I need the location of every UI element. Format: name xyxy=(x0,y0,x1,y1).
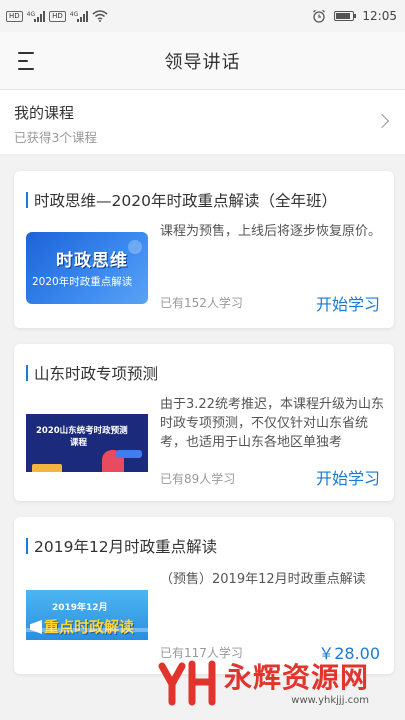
watermark-logo-icon xyxy=(158,660,216,706)
status-right: 12:05 xyxy=(312,9,397,23)
menu-icon[interactable] xyxy=(18,51,40,71)
course-thumbnail[interactable]: 2019年12月 重点时政解读 xyxy=(26,590,148,640)
thumbnail-subtitle: 重点时政解读 xyxy=(44,618,135,636)
course-title: 2019年12月时政重点解读 xyxy=(26,535,217,557)
course-title: 时政思维—2020年时政重点解读（全年班） xyxy=(26,189,337,211)
start-learning-button[interactable]: 开始学习 xyxy=(316,465,380,489)
signal-icon: 4G xyxy=(27,10,46,22)
course-learners: 已有89人学习 xyxy=(160,472,236,486)
course-title: 山东时政专项预测 xyxy=(26,362,158,384)
course-learners: 已有117人学习 xyxy=(160,646,243,660)
thumbnail-subtitle: 课程 xyxy=(70,438,88,448)
wifi-icon xyxy=(92,10,108,22)
page-title: 领导讲话 xyxy=(164,51,241,73)
signal-icon-2: 4G xyxy=(70,10,89,22)
watermark: 永辉资源网 www.yhkjjj.com xyxy=(158,660,369,706)
course-card[interactable]: 2019年12月时政重点解读 2019年12月 重点时政解读 （预售）2019年… xyxy=(14,517,394,674)
thumbnail-title: 2020山东统考时政预测 xyxy=(36,426,128,436)
thumbnail-title: 时政思维 xyxy=(56,251,128,271)
sim1-badge: HD xyxy=(6,10,23,22)
my-courses-row[interactable]: 我的课程 已获得3个课程 xyxy=(0,90,405,154)
status-bar: HD 4G HD 4G 12:05 xyxy=(0,0,405,32)
clock: 12:05 xyxy=(362,9,397,23)
thumbnail-subtitle: 2020年时政重点解读 xyxy=(32,276,133,288)
battery-icon xyxy=(334,11,357,21)
course-card[interactable]: 山东时政专项预测 2020山东统考时政预测 课程 由于3.22统考推迟，本课程升… xyxy=(14,344,394,501)
course-card[interactable]: 时政思维—2020年时政重点解读（全年班） 时政思维 2020年时政重点解读 课… xyxy=(14,171,394,328)
my-courses-title: 我的课程 xyxy=(14,104,75,122)
alarm-icon xyxy=(313,9,326,23)
my-courses-subtitle: 已获得3个课程 xyxy=(14,130,97,145)
course-description: （预售）2019年12月时政重点解读 xyxy=(160,572,366,587)
course-thumbnail[interactable]: 2020山东统考时政预测 课程 xyxy=(26,414,148,472)
nav-bar: 领导讲话 xyxy=(0,32,405,90)
course-thumbnail[interactable]: 时政思维 2020年时政重点解读 xyxy=(26,232,148,304)
watermark-brand: 永辉资源网 xyxy=(224,660,370,694)
course-learners: 已有152人学习 xyxy=(160,296,243,310)
course-description: 课程为预售，上线后将逐步恢复原价。 xyxy=(160,224,382,239)
course-description: 由于3.22统考推迟，本课程升级为山东时政专项预测，不仅仅针对山东省统考，也适用… xyxy=(160,397,384,450)
sim2-badge: HD xyxy=(49,10,66,22)
start-learning-button[interactable]: 开始学习 xyxy=(316,291,380,315)
watermark-url: www.yhkjjj.com xyxy=(291,694,370,706)
status-left: HD 4G HD 4G xyxy=(6,10,108,22)
thumbnail-title: 2019年12月 xyxy=(52,603,108,613)
